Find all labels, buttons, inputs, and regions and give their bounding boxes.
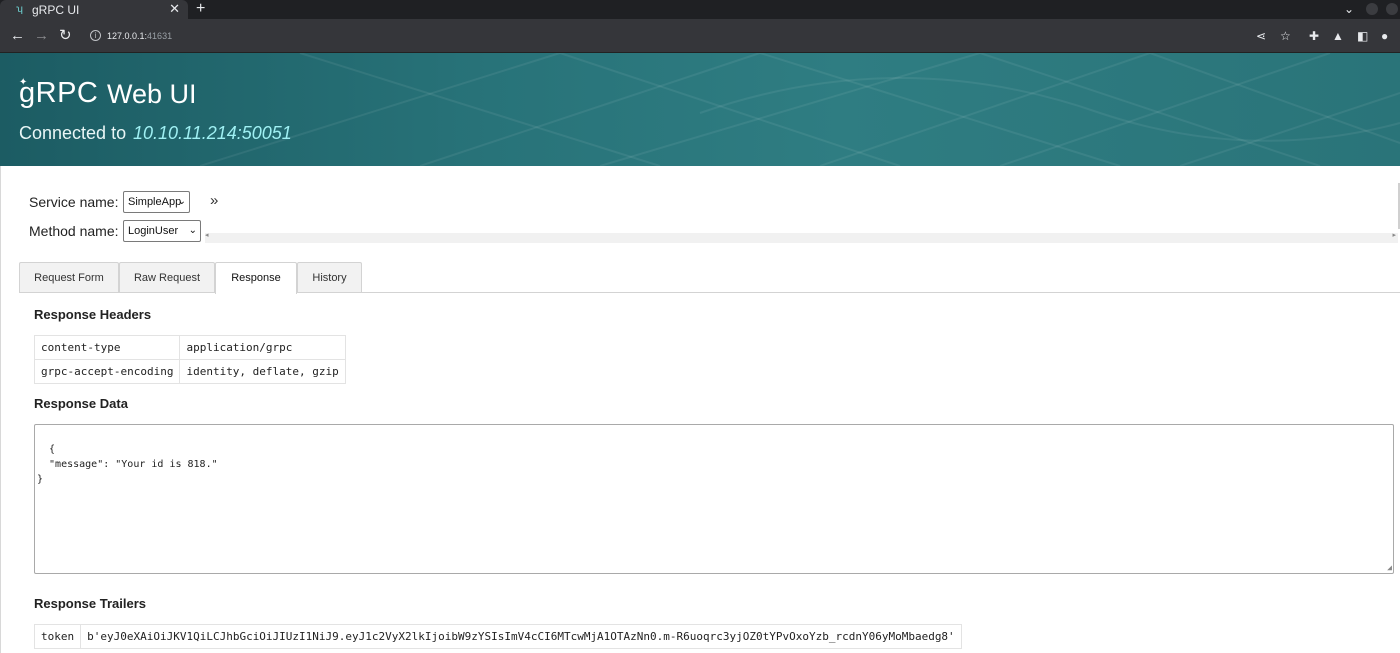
tab-request-form[interactable]: Request Form <box>19 262 119 293</box>
back-arrow-icon[interactable]: ← <box>10 27 25 45</box>
forward-arrow-icon[interactable]: → <box>34 27 49 45</box>
grpc-logo: gRPC <box>19 77 99 109</box>
grpc-favicon-icon: ʮ <box>16 3 23 15</box>
scroll-left-arrow-icon[interactable]: ◂ <box>205 231 209 239</box>
reload-icon[interactable]: ↻ <box>59 27 72 45</box>
service-name-label: Service name: <box>29 194 119 210</box>
profile-icon[interactable]: ● <box>1381 28 1388 44</box>
side-panel-icon[interactable]: ◧ <box>1357 28 1368 44</box>
browser-tab[interactable]: ʮ gRPC UI ✕ <box>0 0 188 19</box>
logo-spark-icon: ✦ <box>19 77 28 88</box>
header-value: identity, deflate, gzip <box>179 359 346 384</box>
banner-pattern <box>199 53 1400 166</box>
header-key: content-type <box>33 335 181 360</box>
active-tab-gap <box>216 292 296 293</box>
tab-response[interactable]: Response <box>215 262 297 294</box>
response-trailers-title: Response Trailers <box>34 596 146 611</box>
browser-tab-bar: ʮ gRPC UI ✕ + ⌄ <box>0 0 1400 19</box>
connected-label: Connected to <box>19 123 127 143</box>
scroll-right-arrow-icon[interactable]: ▸ <box>1392 231 1396 239</box>
bookmark-star-icon[interactable]: ☆ <box>1280 28 1291 44</box>
method-name-label: Method name: <box>29 223 119 239</box>
chevron-down-icon: ⌄ <box>188 225 197 236</box>
labs-flask-icon[interactable]: ▲ <box>1332 28 1344 44</box>
service-select-value: SimpleApp <box>128 196 182 208</box>
site-info-icon[interactable]: i <box>90 30 101 41</box>
address-bar[interactable]: 127.0.0.1:41631 <box>107 30 172 42</box>
close-tab-icon[interactable]: ✕ <box>169 1 180 17</box>
connected-address: 10.10.11.214:50051 <box>133 123 292 143</box>
header-key: grpc-accept-encoding <box>33 359 181 384</box>
header-value: application/grpc <box>179 335 346 360</box>
address-port: 41631 <box>147 31 173 41</box>
chevron-down-icon: ⌄ <box>177 196 186 207</box>
page-border <box>0 166 1 653</box>
app-title: Web UI <box>107 79 197 109</box>
header-banner: gRPC ✦ Web UI Connected to 10.10.11.214:… <box>0 53 1400 166</box>
expand-double-chevron-icon[interactable]: » <box>210 192 218 209</box>
response-data-textarea[interactable]: { "message": "Your id is 818." } ◢ <box>34 424 1394 574</box>
method-select[interactable]: LoginUser ⌄ <box>123 220 201 242</box>
method-select-value: LoginUser <box>128 225 179 237</box>
tab-raw-request[interactable]: Raw Request <box>119 262 215 293</box>
extensions-puzzle-icon[interactable]: ✚ <box>1309 28 1319 44</box>
response-headers-title: Response Headers <box>34 307 152 322</box>
browser-tab-title: gRPC UI <box>32 2 80 17</box>
share-icon[interactable]: ⋖ <box>1256 28 1266 44</box>
window-minimize-button[interactable] <box>1366 3 1378 15</box>
response-trailers-table: token b'eyJ0eXAiOiJKV1QiLCJhbGciOiJIUzI1… <box>33 624 962 649</box>
table-row: grpc-accept-encoding identity, deflate, … <box>33 359 346 384</box>
tab-search-chevron-icon[interactable]: ⌄ <box>1344 0 1354 18</box>
address-host: 127.0.0.1: <box>107 31 148 41</box>
window-close-button[interactable] <box>1386 3 1398 15</box>
trailer-value: b'eyJ0eXAiOiJKV1QiLCJhbGciOiJIUzI1NiJ9.e… <box>80 624 962 649</box>
new-tab-button[interactable]: + <box>196 0 205 18</box>
trailer-key: token <box>33 624 82 649</box>
horizontal-scrollbar[interactable]: ◂ ▸ <box>205 231 1398 243</box>
service-select[interactable]: SimpleApp ⌄ <box>123 191 190 213</box>
response-data-text: { "message": "Your id is 818." } <box>37 444 218 485</box>
table-row: content-type application/grpc <box>33 335 346 360</box>
response-data-title: Response Data <box>34 396 128 411</box>
browser-toolbar: ← → ↻ i 127.0.0.1:41631 ⋖ ☆ ✚ ▲ ◧ ● <box>0 19 1400 53</box>
table-row: token b'eyJ0eXAiOiJKV1QiLCJhbGciOiJIUzI1… <box>33 624 962 649</box>
resize-grip-icon[interactable]: ◢ <box>1387 564 1392 572</box>
response-headers-table: content-type application/grpc grpc-accep… <box>33 335 346 384</box>
tab-history[interactable]: History <box>297 262 362 293</box>
